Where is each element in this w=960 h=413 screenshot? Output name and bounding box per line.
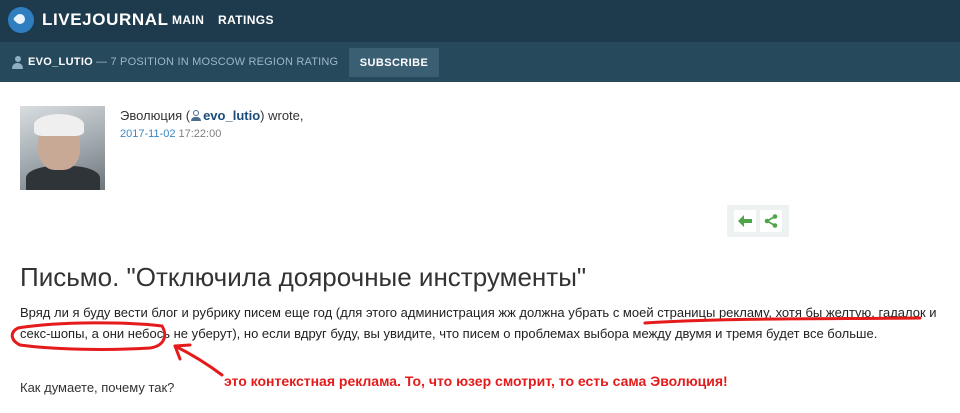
nav-ratings-link[interactable]: RATINGS [218,13,274,27]
subscribe-button[interactable]: SUBSCRIBE [349,48,439,77]
post-datetime: 2017-11-02 17:22:00 [120,128,221,140]
rating-text[interactable]: — 7 POSITION IN MOSCOW REGION RATING [96,56,338,68]
livejournal-logo[interactable]: LIVEJOURNAL [8,7,169,33]
post-question: Как думаете, почему так? [20,380,175,395]
top-bar: LIVEJOURNAL MAIN RATINGS [0,0,960,42]
share-icon[interactable] [760,210,782,232]
author-name-prefix: Эволюция ( [120,108,191,123]
journal-user-bar: EVO_LUTIO — 7 POSITION IN MOSCOW REGION … [0,42,960,82]
annotation-text: это контекстная реклама. То, что юзер см… [224,373,728,389]
arrow-head [173,343,192,361]
post-time: 17:22:00 [178,128,222,140]
back-arrow-icon[interactable] [734,210,756,232]
author-name-suffix: ) wrote, [260,108,304,123]
user-icon [12,56,23,69]
logo-text: LIVEJOURNAL [42,10,169,29]
author-avatar[interactable] [20,106,105,190]
arrow-mark [173,344,224,377]
share-toolbar [727,205,789,237]
post-body: Вряд ли я буду вести блог и рубрику писе… [20,305,937,341]
author-username-link[interactable]: evo_lutio [203,108,260,123]
author-line: Эволюция ( evo_lutio ) wrote, [120,108,304,123]
user-icon [191,109,202,122]
journal-username[interactable]: EVO_LUTIO [28,56,93,68]
post-date-link[interactable]: 2017-11-02 [120,128,175,140]
post-title: Письмо. "Отключила доярочные инструменты… [20,262,587,292]
livejournal-logo-icon [8,7,34,33]
nav-main-link[interactable]: MAIN [172,13,204,27]
